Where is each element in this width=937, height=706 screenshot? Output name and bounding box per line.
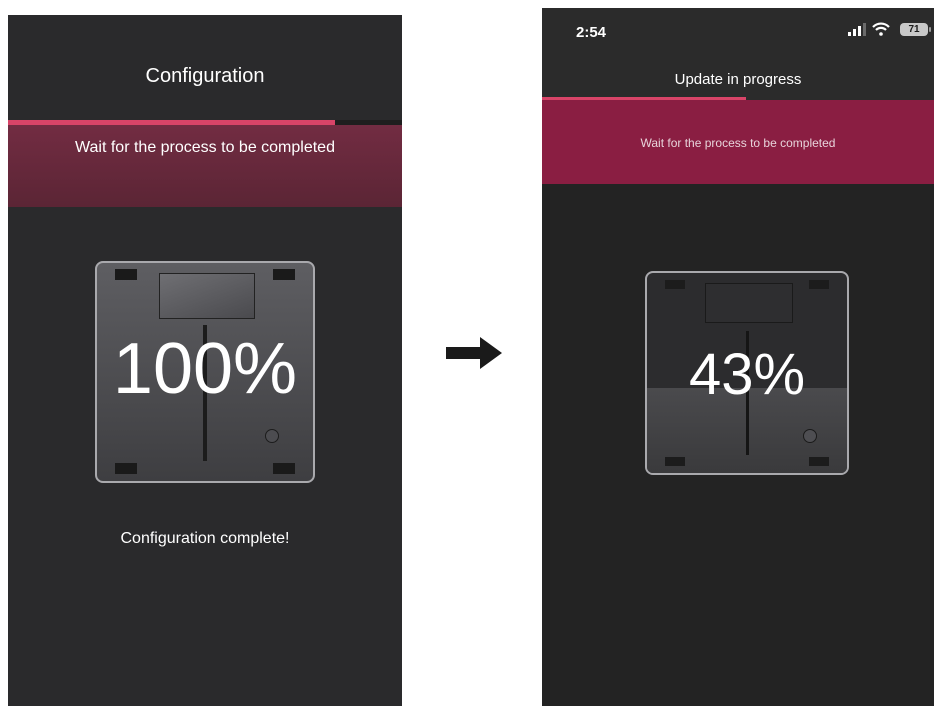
device-corner-tab [809, 457, 829, 466]
banner-text: Wait for the process to be completed [75, 139, 335, 156]
status-bar-time: 2:54 [576, 24, 607, 41]
progress-percent: 100% [112, 329, 298, 409]
device-corner-tab [809, 280, 829, 289]
device-display [159, 273, 255, 319]
device-illustration: 43% [645, 271, 849, 475]
device-display [705, 283, 793, 323]
cellular-signal-icon [848, 23, 866, 36]
page-title: Update in progress [674, 71, 802, 88]
progress-percent: 43% [688, 342, 806, 407]
device-corner-tab [665, 280, 685, 289]
banner-text: Wait for the process to be completed [640, 136, 836, 150]
info-banner: Wait for the process to be completed [8, 125, 402, 207]
device-corner-tab [273, 463, 295, 474]
battery-icon: 71 [900, 23, 931, 36]
device-button [803, 429, 817, 443]
wifi-icon [872, 22, 890, 36]
device-button [265, 429, 279, 443]
info-banner: Wait for the process to be completed [542, 100, 934, 184]
device-corner-tab [115, 463, 137, 474]
device-corner-tab [273, 269, 295, 280]
device-corner-tab [115, 269, 137, 280]
status-message: Configuration complete! [120, 530, 290, 547]
device-illustration: 100% [95, 261, 315, 483]
device-corner-tab [665, 457, 685, 466]
page-title: Configuration [145, 65, 265, 87]
arrow-right-icon [446, 337, 502, 374]
screen-configuration: Configuration Wait for the process to be… [8, 15, 402, 706]
screen-update: 2:54 71 Update in progress Wait for the … [542, 8, 934, 706]
